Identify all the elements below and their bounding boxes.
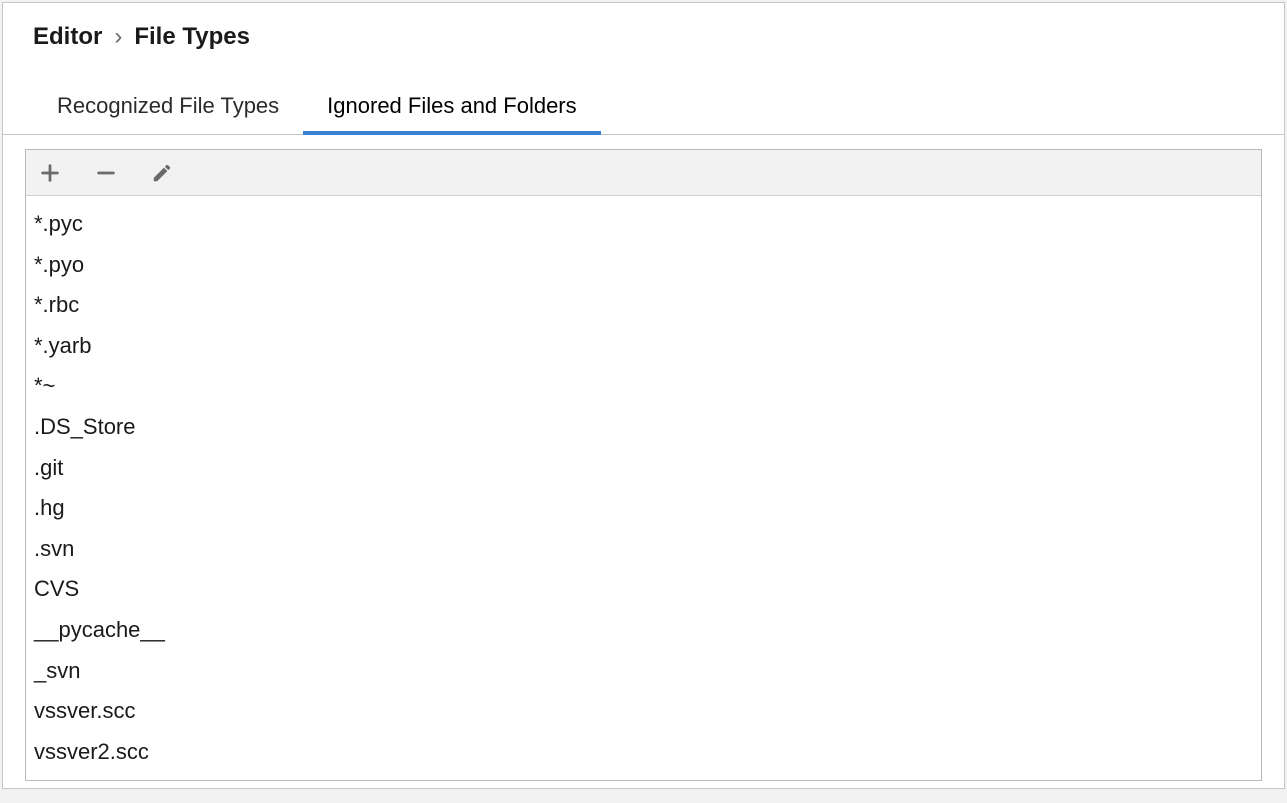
list-item[interactable]: vssver2.scc: [30, 732, 1257, 773]
list-item[interactable]: .git: [30, 448, 1257, 489]
list-item[interactable]: *~: [30, 366, 1257, 407]
list-toolbar: [26, 150, 1261, 196]
list-item[interactable]: .svn: [30, 529, 1257, 570]
list-item[interactable]: .hg: [30, 488, 1257, 529]
edit-button[interactable]: [148, 159, 176, 187]
tab-ignored-files-and-folders[interactable]: Ignored Files and Folders: [303, 85, 600, 135]
tab-label: Recognized File Types: [57, 93, 279, 118]
list-item[interactable]: *.yarb: [30, 326, 1257, 367]
list-item[interactable]: .DS_Store: [30, 407, 1257, 448]
list-item[interactable]: CVS: [30, 569, 1257, 610]
content-area: *.pyc *.pyo *.rbc *.yarb *~ .DS_Store .g…: [3, 135, 1284, 803]
ignored-patterns-list[interactable]: *.pyc *.pyo *.rbc *.yarb *~ .DS_Store .g…: [26, 196, 1261, 780]
plus-icon: [39, 162, 61, 184]
remove-button[interactable]: [92, 159, 120, 187]
ignored-list-container: *.pyc *.pyo *.rbc *.yarb *~ .DS_Store .g…: [25, 149, 1262, 781]
list-item[interactable]: _svn: [30, 651, 1257, 692]
settings-panel: Editor › File Types Recognized File Type…: [2, 2, 1285, 789]
minus-icon: [95, 162, 117, 184]
breadcrumb-parent[interactable]: Editor: [33, 23, 102, 51]
list-item[interactable]: *.pyc: [30, 204, 1257, 245]
add-button[interactable]: [36, 159, 64, 187]
list-item[interactable]: *.rbc: [30, 285, 1257, 326]
list-item[interactable]: vssver.scc: [30, 691, 1257, 732]
breadcrumb-current: File Types: [134, 23, 250, 51]
tab-recognized-file-types[interactable]: Recognized File Types: [33, 85, 303, 135]
pencil-icon: [151, 162, 173, 184]
tabs: Recognized File Types Ignored Files and …: [3, 57, 1284, 135]
breadcrumb-separator: ›: [114, 23, 122, 51]
breadcrumb: Editor › File Types: [3, 3, 1284, 57]
list-item[interactable]: *.pyo: [30, 245, 1257, 286]
list-item[interactable]: __pycache__: [30, 610, 1257, 651]
tab-label: Ignored Files and Folders: [327, 93, 576, 118]
